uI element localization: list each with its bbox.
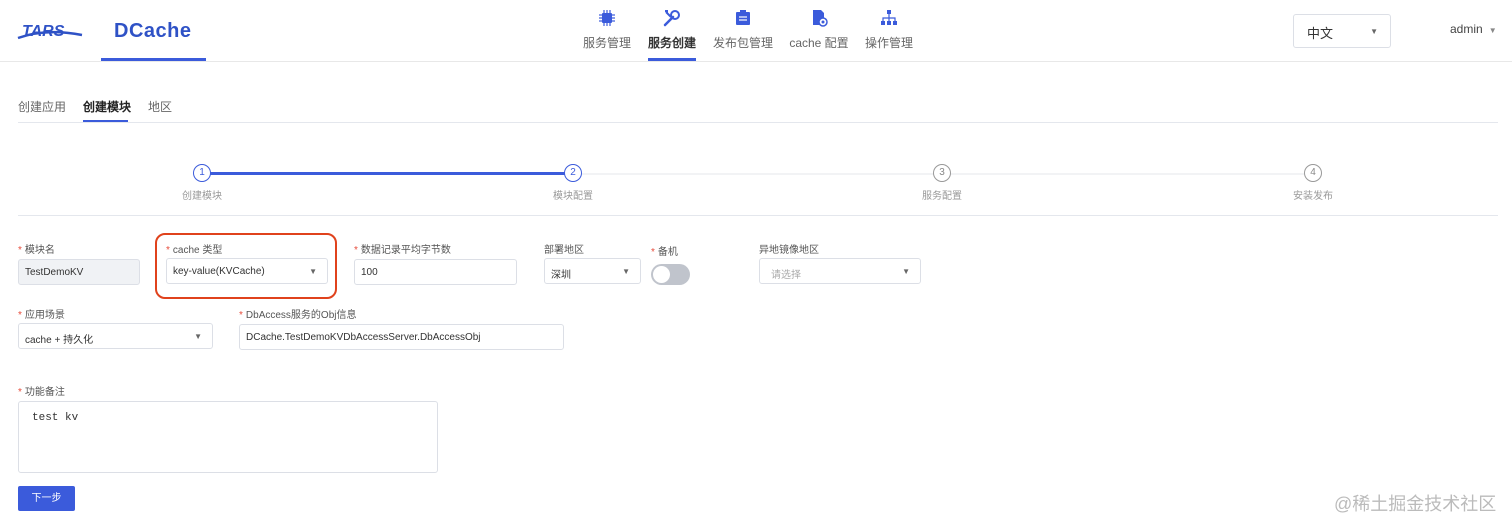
remark-textarea[interactable]: test kv xyxy=(18,401,438,473)
logo-active-indicator xyxy=(101,58,206,61)
cache-type-label: * cache 类型 xyxy=(166,245,223,256)
step-4-circle: 4 xyxy=(1304,164,1322,182)
nav-label: 操作管理 xyxy=(864,36,913,50)
avg-bytes-label: * 数据记录平均字节数 xyxy=(354,245,451,256)
module-name-label: * 模块名 xyxy=(18,245,55,256)
dcache-logo[interactable]: DCache xyxy=(114,20,191,43)
backup-label: * 备机 xyxy=(651,247,678,258)
toggle-knob xyxy=(653,266,670,283)
step-2-circle: 2 xyxy=(564,164,582,182)
scenario-select[interactable]: cache + 持久化 ▼ xyxy=(18,323,213,349)
nav-label: 服务管理 xyxy=(583,36,632,50)
avg-bytes-input[interactable]: 100 xyxy=(354,259,517,285)
username: admin xyxy=(1450,22,1483,36)
sub-tabs: 创建应用 创建模块 地区 xyxy=(18,98,1498,123)
nav-label: 服务创建 xyxy=(648,36,697,50)
chevron-down-icon: ▼ xyxy=(1488,26,1497,35)
nav-label: cache 配置 xyxy=(789,36,849,50)
config-icon xyxy=(813,10,828,27)
remark-label: * 功能备注 xyxy=(18,387,65,398)
nav-cache-config[interactable]: cache 配置 xyxy=(789,8,849,60)
wrench-icon xyxy=(663,10,680,27)
step-progress-done xyxy=(210,172,565,175)
tab-create-app[interactable]: 创建应用 xyxy=(18,98,66,115)
tab-create-module[interactable]: 创建模块 xyxy=(83,98,131,115)
tab-active-indicator xyxy=(83,120,128,122)
nav-operation-manage[interactable]: 操作管理 xyxy=(864,8,914,60)
chevron-down-icon: ▼ xyxy=(1370,27,1378,36)
nav-package-manage[interactable]: 发布包管理 xyxy=(713,8,773,60)
package-icon xyxy=(736,10,750,25)
region-label: 部署地区 xyxy=(544,245,584,256)
tab-region[interactable]: 地区 xyxy=(148,98,172,115)
nav-service-manage[interactable]: 服务管理 xyxy=(583,8,631,60)
top-header: TARS DCache 服务管理 服务创建 发布包管理 cache 配置 操作管… xyxy=(0,0,1512,62)
tars-logo-text: TARS xyxy=(22,23,65,40)
remote-region-select[interactable]: 请选择 ▼ xyxy=(759,258,921,284)
nav-active-indicator xyxy=(648,58,696,61)
nav-service-create[interactable]: 服务创建 xyxy=(648,8,696,60)
section-divider xyxy=(18,215,1498,216)
dbaccess-input[interactable]: DCache.TestDemoKVDbAccessServer.DbAccess… xyxy=(239,324,564,350)
chevron-down-icon: ▼ xyxy=(902,267,910,276)
user-menu[interactable]: admin ▼ xyxy=(1450,22,1497,36)
scenario-label: * 应用场景 xyxy=(18,310,65,321)
step-1-circle: 1 xyxy=(193,164,211,182)
language-value: 中文 xyxy=(1307,26,1334,41)
chip-icon xyxy=(599,10,615,26)
next-button[interactable]: 下一步 xyxy=(18,486,75,511)
chevron-down-icon: ▼ xyxy=(622,267,630,276)
cache-type-select[interactable]: key-value(KVCache) ▼ xyxy=(166,258,328,284)
step-4-label: 安装发布 xyxy=(1293,191,1333,202)
watermark: @稀土掘金技术社区 xyxy=(1334,494,1497,514)
hierarchy-icon xyxy=(881,10,897,25)
chevron-down-icon: ▼ xyxy=(194,332,202,341)
region-select[interactable]: 深圳 ▼ xyxy=(544,258,641,284)
language-select[interactable]: 中文 ▼ xyxy=(1293,14,1391,48)
step-3-label: 服务配置 xyxy=(922,191,962,202)
module-name-input[interactable]: TestDemoKV xyxy=(18,259,140,285)
remote-region-label: 异地镜像地区 xyxy=(759,245,819,256)
tars-logo[interactable]: TARS xyxy=(16,18,86,44)
backup-toggle[interactable] xyxy=(651,264,690,285)
step-1-label: 创建模块 xyxy=(182,191,222,202)
step-3-circle: 3 xyxy=(933,164,951,182)
dbaccess-label: * DbAccess服务的Obj信息 xyxy=(239,310,357,321)
step-2-label: 模块配置 xyxy=(553,191,593,202)
nav-label: 发布包管理 xyxy=(713,36,774,50)
chevron-down-icon: ▼ xyxy=(309,267,317,276)
